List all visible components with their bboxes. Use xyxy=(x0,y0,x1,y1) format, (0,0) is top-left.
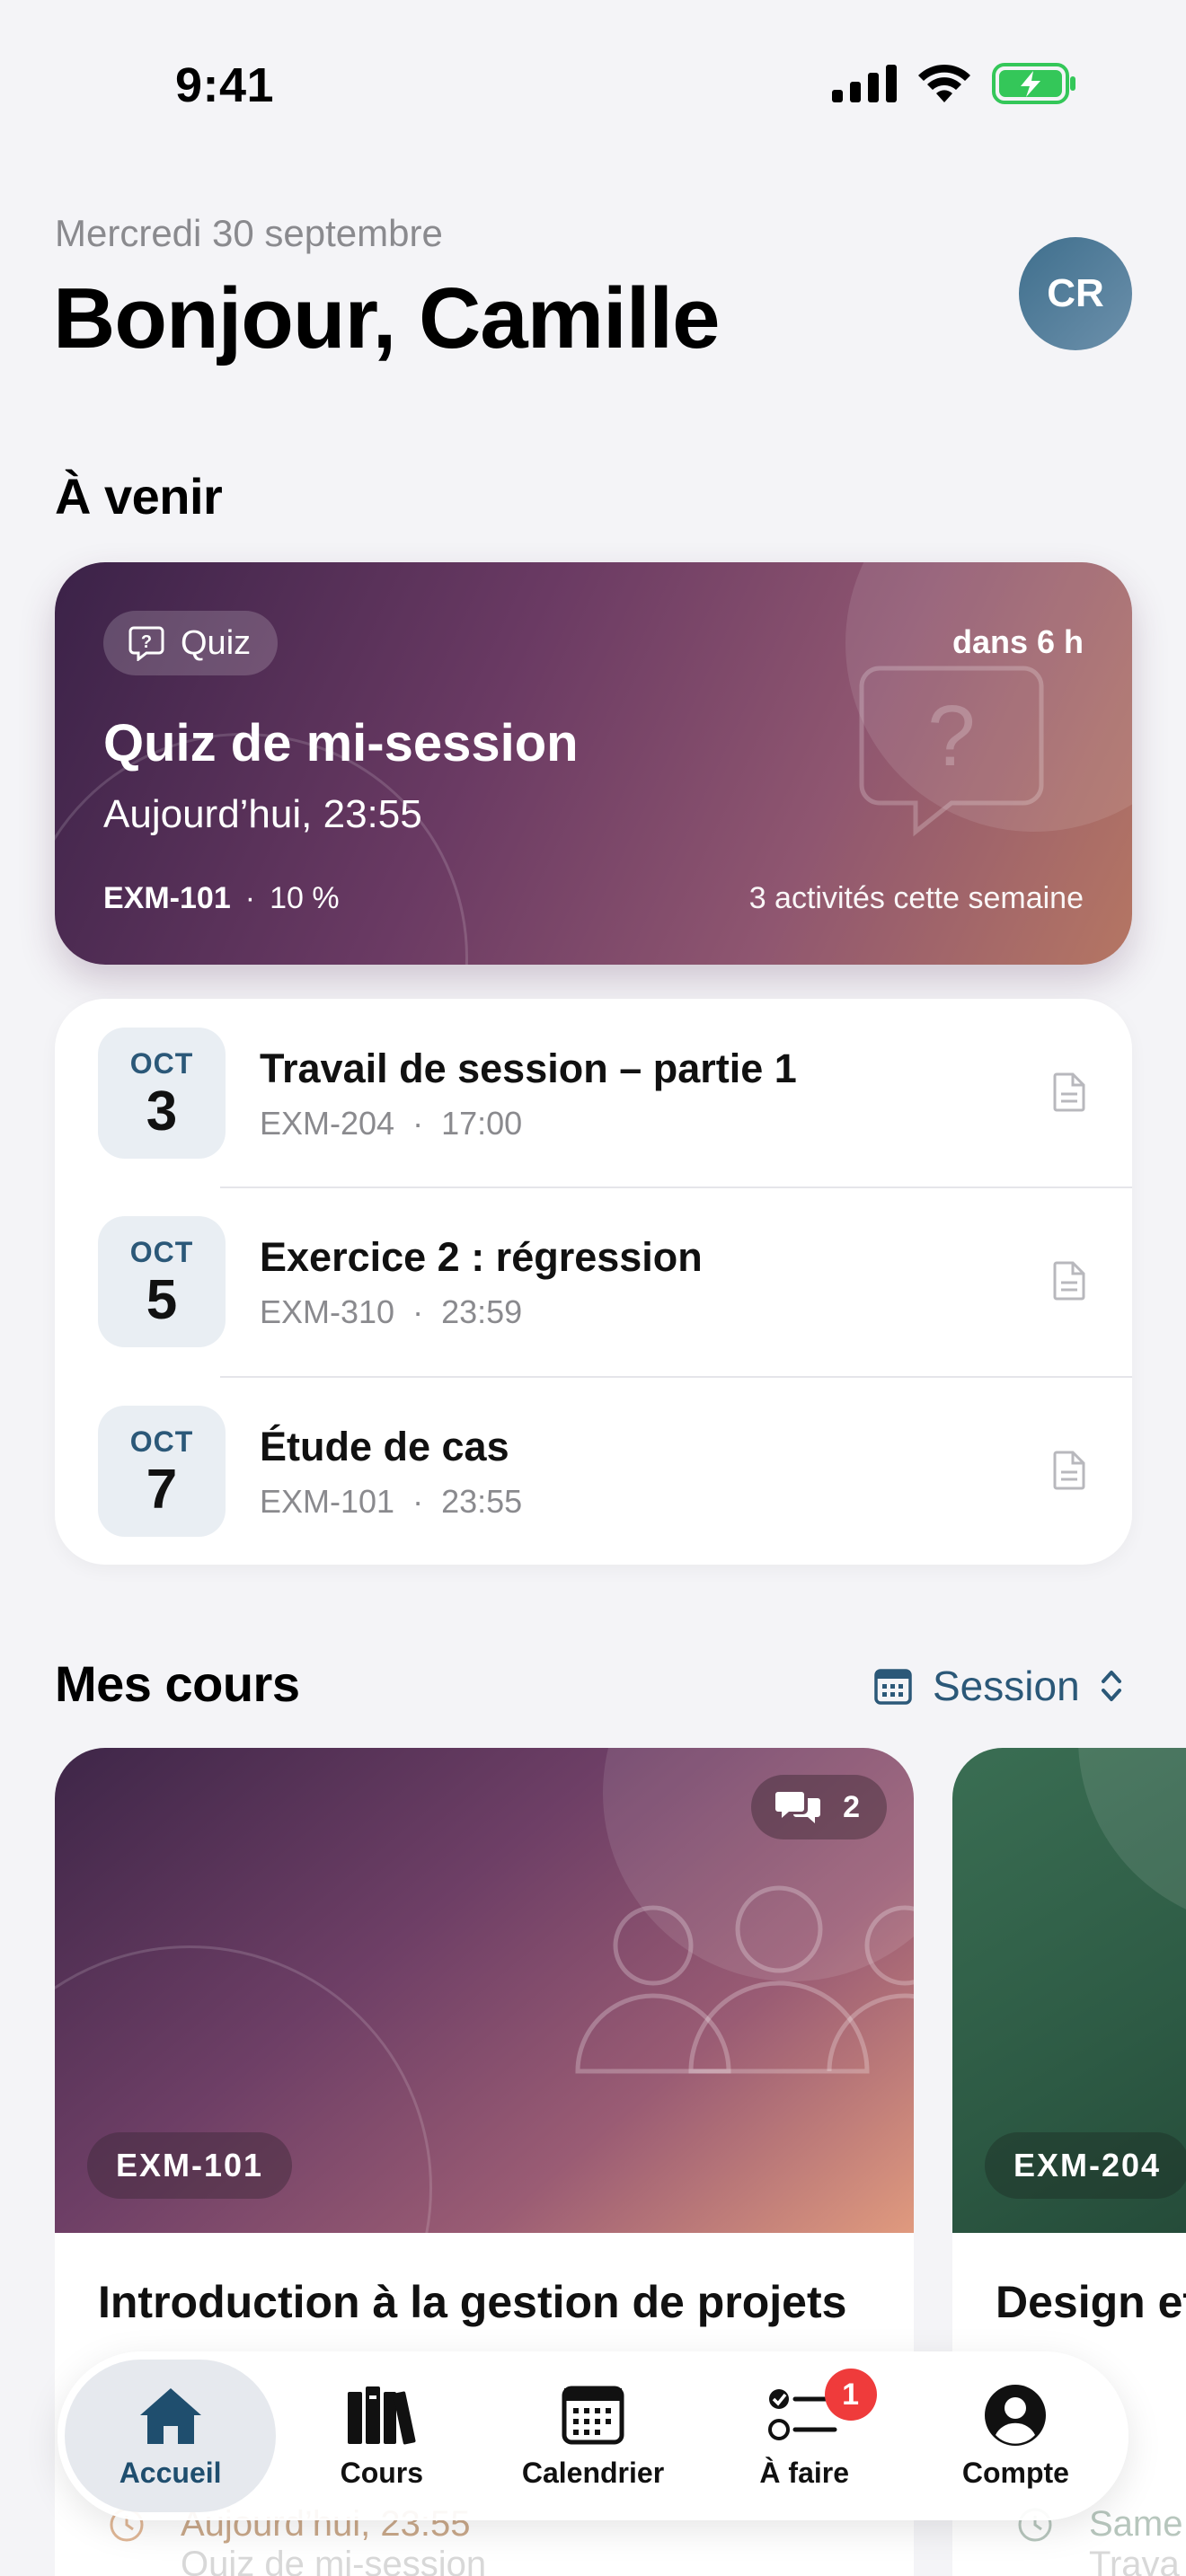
document-icon xyxy=(1053,1261,1085,1301)
messages-count: 2 xyxy=(843,1789,860,1824)
svg-text:?: ? xyxy=(141,632,152,652)
item-time: 23:59 xyxy=(441,1293,523,1330)
date-day: 5 xyxy=(146,1268,178,1331)
tab-accueil[interactable]: Accueil xyxy=(65,2360,277,2512)
tab-calendrier[interactable]: Calendrier xyxy=(487,2360,698,2512)
tab-cours[interactable]: Cours xyxy=(276,2360,487,2512)
preview-item: Quiz de mi-session xyxy=(181,2545,487,2576)
notification-badge: 1 xyxy=(824,2369,877,2421)
tab-label: Cours xyxy=(340,2456,424,2489)
course-code-chip: EXM-101 xyxy=(87,2132,293,2199)
date-day: 7 xyxy=(146,1458,178,1521)
item-meta: EXM-310 · 23:59 xyxy=(260,1293,523,1330)
document-icon xyxy=(1053,1451,1085,1490)
course-code: EXM-101 xyxy=(103,881,231,915)
tab-label: Calendrier xyxy=(521,2456,665,2489)
list-item[interactable]: OCT 5 Exercice 2 : régression EXM-310 · … xyxy=(55,1187,1132,1376)
featured-activity-title: Quiz de mi-session xyxy=(103,714,579,772)
date-badge: OCT 5 xyxy=(98,1216,226,1347)
page-title: Bonjour, Camille xyxy=(53,270,720,366)
current-date: Mercredi 30 septembre xyxy=(55,212,443,254)
featured-activity-due: Aujourd’hui, 23:55 xyxy=(103,792,422,836)
tab-a-faire[interactable]: À faire 1 xyxy=(699,2360,910,2512)
date-month: OCT xyxy=(129,1425,194,1458)
home-screen: 9:41 Mercredi 30 septembre Bonjour, Cami… xyxy=(0,0,1186,2576)
grade-weight: 10 % xyxy=(270,881,340,915)
item-title: Exercice 2 : régression xyxy=(260,1234,703,1280)
item-time: 23:55 xyxy=(441,1483,523,1520)
preview-due: Same xyxy=(1089,2504,1183,2544)
calendar-icon xyxy=(562,2386,624,2444)
preview-item: Trava xyxy=(1089,2545,1180,2576)
group-icon xyxy=(575,1885,914,2074)
upcoming-list: OCT 3 Travail de session – partie 1 EXM-… xyxy=(55,999,1132,1565)
item-title: Étude de cas xyxy=(260,1424,509,1469)
list-item[interactable]: OCT 3 Travail de session – partie 1 EXM-… xyxy=(55,999,1132,1187)
course-title: Introduction à la gestion de projets xyxy=(98,2277,847,2327)
wifi-icon xyxy=(918,64,970,102)
books-icon xyxy=(347,2386,416,2444)
course-banner: 2 EXM-101 xyxy=(55,1748,914,2430)
upcoming-section-title: À venir xyxy=(55,468,223,525)
item-meta: EXM-204 · 17:00 xyxy=(260,1105,523,1142)
item-course: EXM-101 xyxy=(260,1483,395,1520)
item-course: EXM-204 xyxy=(260,1105,395,1142)
weekly-activity-count: 3 activités cette semaine xyxy=(748,881,1084,915)
chevron-up-down-icon xyxy=(1101,1671,1121,1701)
date-badge: OCT 3 xyxy=(98,1028,226,1159)
date-month: OCT xyxy=(129,1235,194,1268)
battery-icon xyxy=(992,63,1075,104)
signal-icon xyxy=(832,65,897,102)
activity-type-label: Quiz xyxy=(181,623,252,662)
courses-section-title: Mes cours xyxy=(55,1655,300,1712)
question-bubble-icon: ? xyxy=(859,666,1044,837)
session-filter-button[interactable]: Session xyxy=(873,1662,1123,1710)
tab-label: À faire xyxy=(759,2456,849,2489)
course-title: Design et xyxy=(996,2277,1186,2327)
avatar[interactable]: CR xyxy=(1019,237,1132,350)
featured-activity-meta: EXM-101 · 10 % xyxy=(103,881,340,916)
tab-label: Accueil xyxy=(119,2456,222,2489)
quiz-icon: ? xyxy=(128,626,164,661)
messages-badge[interactable]: 2 xyxy=(751,1775,887,1839)
status-icons xyxy=(832,63,1076,104)
activity-type-chip: ? Quiz xyxy=(103,611,279,675)
chat-bubbles-icon xyxy=(775,1792,821,1823)
date-badge: OCT 7 xyxy=(98,1406,226,1537)
date-day: 3 xyxy=(146,1080,178,1142)
item-title: Travail de session – partie 1 xyxy=(260,1045,797,1091)
calendar-icon xyxy=(874,1669,912,1705)
session-filter-label: Session xyxy=(933,1663,1080,1709)
meta-separator: · xyxy=(244,881,256,915)
featured-activity-card[interactable]: ? ? Quiz dans 6 h Quiz de mi-session Auj… xyxy=(55,562,1132,965)
home-icon xyxy=(139,2387,201,2444)
course-banner: EXM-204 xyxy=(952,1748,1186,2233)
item-course: EXM-310 xyxy=(260,1293,395,1330)
tab-compte[interactable]: Compte xyxy=(910,2360,1121,2512)
list-item[interactable]: OCT 7 Étude de cas EXM-101 · 23:55 xyxy=(55,1377,1132,1565)
item-meta: EXM-101 · 23:55 xyxy=(260,1483,523,1520)
date-month: OCT xyxy=(129,1046,194,1080)
account-icon xyxy=(985,2384,1047,2446)
svg-text:?: ? xyxy=(927,688,975,784)
status-time: 9:41 xyxy=(175,58,275,112)
tab-bar: Accueil Cours Calendrier À faire 1 Compt… xyxy=(58,2351,1128,2520)
item-time: 17:00 xyxy=(441,1105,523,1142)
tab-label: Compte xyxy=(961,2456,1069,2489)
course-code-chip: EXM-204 xyxy=(985,2132,1186,2199)
time-remaining: dans 6 h xyxy=(951,623,1084,660)
decorative-circle xyxy=(1078,1748,1186,1928)
document-icon xyxy=(1053,1072,1085,1112)
